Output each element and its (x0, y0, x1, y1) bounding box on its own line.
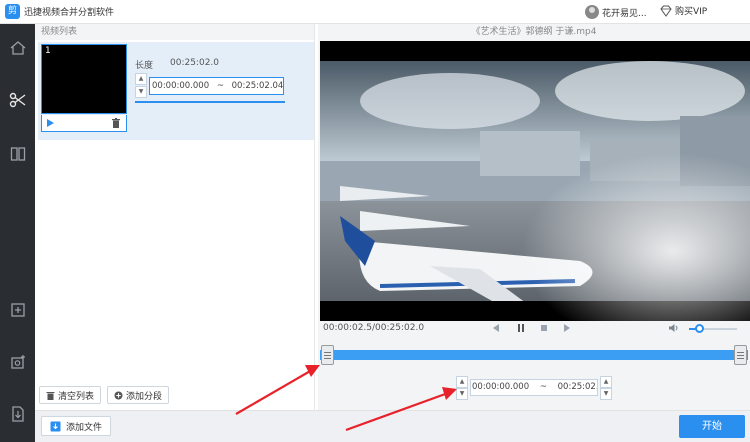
clip-index: 1 (45, 46, 51, 56)
segment-start-down-button[interactable]: ▼ (456, 388, 468, 400)
plus-circle-icon (114, 391, 123, 399)
clip-time-field[interactable]: 00:00:00.000 ~ 00:25:02.044 (149, 77, 284, 95)
clip-time-range: ▲ ▼ 00:00:00.000 ~ 00:25:02.044 (135, 73, 285, 99)
trash-icon[interactable] (112, 118, 120, 128)
sidebar-item-add-file[interactable] (0, 290, 35, 330)
buy-vip-label[interactable]: 购买VIP (675, 4, 707, 17)
clip-end-time[interactable]: 00:25:02.044 (232, 81, 283, 91)
video-frame-image (320, 41, 750, 321)
playback-time: 00:00:02.5/00:25:02.0 (323, 323, 425, 333)
segment-end-handle[interactable] (734, 345, 747, 365)
segment-time-field[interactable]: 00:00:00.000 ~ 00:25:02.044 (470, 379, 598, 396)
clip-thumbnail[interactable]: 1 (41, 44, 127, 114)
segment-start-handle[interactable] (321, 345, 334, 365)
clip-controls (41, 115, 127, 132)
add-image-icon (10, 355, 25, 369)
segment-end-time[interactable]: 00:25:02.044 (558, 382, 597, 392)
clear-list-button[interactable]: 清空列表 (39, 386, 102, 404)
start-button[interactable]: 开始 (679, 415, 745, 438)
video-preview[interactable] (320, 41, 750, 321)
volume-icon[interactable] (668, 323, 680, 333)
step-back-icon[interactable] (491, 323, 501, 333)
diamond-icon (660, 5, 672, 17)
stop-icon[interactable] (539, 323, 549, 333)
clip-start-time[interactable]: 00:00:00.000 (152, 81, 209, 91)
add-file-label[interactable]: 添加文件 (66, 420, 102, 433)
app-logo-icon: 剪 (5, 4, 20, 19)
add-file-icon (50, 421, 61, 431)
user-account[interactable]: 花开易见... (585, 4, 647, 20)
bottom-bar: 添加文件 开始 (35, 410, 750, 442)
sidebar-item-export[interactable] (0, 394, 35, 434)
play-icon[interactable] (47, 119, 54, 127)
list-actions: 清空列表 添加分段 (39, 386, 170, 404)
segment-end-down-button[interactable]: ▼ (600, 388, 612, 400)
trash-icon (46, 391, 55, 400)
add-segment-button[interactable]: 添加分段 (107, 386, 170, 404)
start-time-down-button[interactable]: ▼ (135, 86, 147, 98)
add-file-button[interactable]: 添加文件 (41, 416, 112, 436)
clip-range-bar (135, 101, 285, 103)
scissors-icon (9, 92, 25, 108)
start-time-up-button[interactable]: ▲ (135, 73, 147, 85)
home-icon (10, 41, 25, 55)
video-title: 《艺术生活》郭德纲 于谦.mp4 (471, 27, 597, 37)
player-panel: 《艺术生活》郭德纲 于谦.mp4 00:00:02.5/00:25:02.0 ▲… (318, 24, 750, 410)
list-item[interactable]: 1 长度 00:25:02.0 ▲ ▼ 00:00:00.000 ~ 00:25… (38, 42, 314, 140)
avatar[interactable] (585, 5, 599, 19)
volume-slider[interactable] (689, 324, 737, 333)
split-panel-icon (10, 147, 25, 161)
sidebar-item-split[interactable] (0, 80, 35, 120)
app-title: 迅捷视频合并分割软件 (24, 8, 115, 18)
segment-end-up-button[interactable]: ▲ (600, 376, 612, 388)
pause-icon[interactable] (516, 323, 526, 333)
add-file-icon (10, 303, 25, 317)
step-forward-icon[interactable] (562, 323, 572, 333)
segment-start-up-button[interactable]: ▲ (456, 376, 468, 388)
buy-vip-button[interactable]: 购买VIP (660, 4, 707, 17)
range-separator: ~ (216, 81, 224, 91)
add-segment-label[interactable]: 添加分段 (126, 389, 162, 402)
sidebar (0, 24, 35, 442)
segment-start-time[interactable]: 00:00:00.000 (472, 382, 529, 392)
sidebar-item-home[interactable] (0, 28, 35, 68)
export-file-icon (11, 406, 24, 422)
sidebar-item-merge[interactable] (0, 134, 35, 174)
clear-list-label[interactable]: 清空列表 (58, 389, 94, 402)
video-list-header: 视频列表 (35, 24, 314, 40)
segment-time-range: ▲ ▼ 00:00:00.000 ~ 00:25:02.044 ▲ ▼ (456, 376, 616, 400)
title-bar: 剪 迅捷视频合并分割软件 花开易见... 购买VIP (0, 0, 750, 24)
volume-slider-knob[interactable] (694, 324, 704, 333)
sidebar-item-add-image[interactable] (0, 342, 35, 382)
video-list-panel: 视频列表 1 长度 00:25:02.0 ▲ ▼ 00:00:00.000 ~ … (35, 24, 315, 410)
length-label: 长度 (135, 61, 154, 71)
user-name[interactable]: 花开易见... (602, 6, 647, 19)
segment-timeline[interactable] (320, 345, 748, 365)
length-value: 00:25:02.0 (170, 58, 220, 68)
segment-range-separator: ~ (539, 382, 547, 392)
